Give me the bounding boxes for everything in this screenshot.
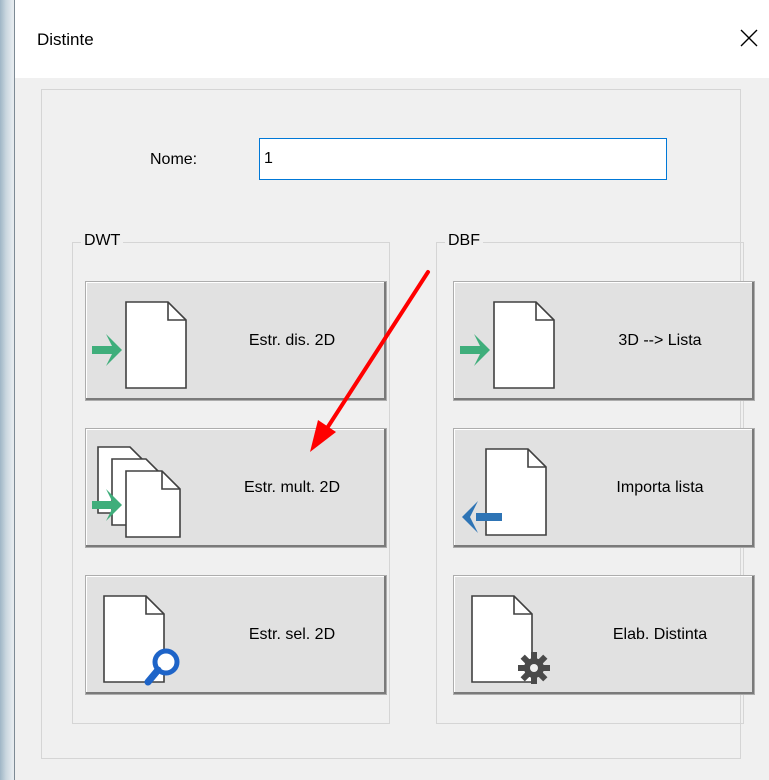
dwt-group-label: DWT <box>81 232 124 250</box>
document-export-icon <box>462 448 547 536</box>
importa-lista-label: Importa lista <box>616 479 704 496</box>
estr-mult-2d-label: Estr. mult. 2D <box>243 479 341 496</box>
document-import-icon <box>460 301 555 389</box>
3d-lista-button[interactable]: 3D --> Lista <box>453 281 755 401</box>
multi-document-import-icon <box>92 446 181 538</box>
estr-dis-2d-button[interactable]: Estr. dis. 2D <box>85 281 387 401</box>
name-label: Nome: <box>150 151 198 168</box>
title-bar[interactable]: Distinte <box>15 0 769 78</box>
dialog-window: Distinte Nome: DWT Estr. dis. 2D <box>14 0 769 780</box>
dbf-group-label: DBF <box>445 232 483 250</box>
document-search-icon <box>103 595 180 686</box>
main-panel: Nome: DWT Estr. dis. 2D <box>41 89 755 759</box>
3d-lista-label: 3D --> Lista <box>618 332 702 349</box>
window-title: Distinte <box>37 30 94 49</box>
document-gear-icon <box>471 595 550 684</box>
close-icon <box>740 29 758 47</box>
elab-distinta-label: Elab. Distinta <box>612 626 708 643</box>
estr-sel-2d-button[interactable]: Estr. sel. 2D <box>85 575 387 695</box>
name-input[interactable] <box>259 138 667 180</box>
elab-distinta-button[interactable]: Elab. Distinta <box>453 575 755 695</box>
estr-dis-2d-label: Estr. dis. 2D <box>248 332 336 349</box>
document-import-icon <box>92 301 187 389</box>
dbf-group: DBF 3D --> Lista Importa lista Elab. Dis… <box>436 232 755 724</box>
estr-sel-2d-label: Estr. sel. 2D <box>248 626 336 643</box>
dwt-group: DWT Estr. dis. 2D Estr. mult. 2D Estr. s… <box>72 232 390 724</box>
close-button[interactable] <box>729 18 769 58</box>
estr-mult-2d-button[interactable]: Estr. mult. 2D <box>85 428 387 548</box>
importa-lista-button[interactable]: Importa lista <box>453 428 755 548</box>
